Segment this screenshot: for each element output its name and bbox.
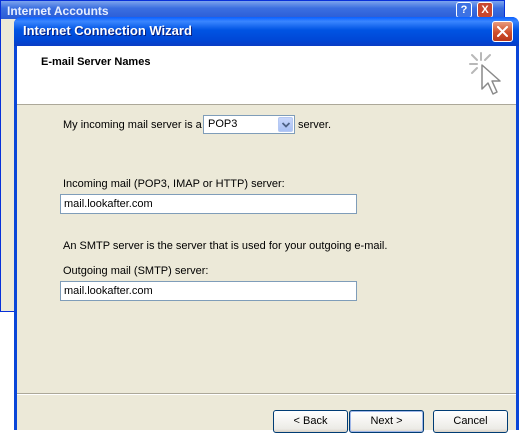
incoming-server-type-prefix: My incoming mail server is a: [63, 119, 202, 131]
smtp-description: An SMTP server is the server that is use…: [63, 240, 388, 252]
background-help-button[interactable]: ?: [456, 2, 472, 18]
wizard-titlebar[interactable]: Internet Connection Wizard: [14, 17, 519, 46]
close-button[interactable]: [492, 21, 513, 42]
background-close-button[interactable]: X: [477, 2, 493, 18]
internet-connection-wizard-window: Internet Connection Wizard E-mail Server…: [14, 17, 519, 433]
background-window-title: Internet Accounts: [7, 4, 109, 18]
incoming-mail-server-input[interactable]: [64, 196, 349, 212]
outgoing-mail-server-field[interactable]: [60, 281, 357, 301]
outgoing-mail-server-input[interactable]: [64, 283, 349, 299]
incoming-mail-label: Incoming mail (POP3, IMAP or HTTP) serve…: [63, 178, 285, 190]
button-area-divider: [17, 393, 516, 395]
chevron-down-icon: [282, 122, 290, 128]
outgoing-mail-label: Outgoing mail (SMTP) server:: [63, 265, 209, 277]
server-type-selected-value: POP3: [208, 118, 238, 130]
dropdown-arrow-button[interactable]: [278, 117, 293, 132]
server-type-select[interactable]: POP3: [203, 115, 295, 134]
wizard-title: Internet Connection Wizard: [23, 23, 192, 38]
close-icon: [497, 26, 508, 37]
wizard-header: E-mail Server Names: [17, 46, 516, 105]
wizard-sparkle-cursor-icon: [469, 52, 501, 95]
incoming-mail-server-field[interactable]: [60, 194, 357, 214]
page-title: E-mail Server Names: [41, 56, 151, 68]
incoming-server-type-suffix: server.: [298, 119, 332, 131]
wizard-client-area: E-mail Server Names My incoming mail ser…: [17, 46, 516, 433]
